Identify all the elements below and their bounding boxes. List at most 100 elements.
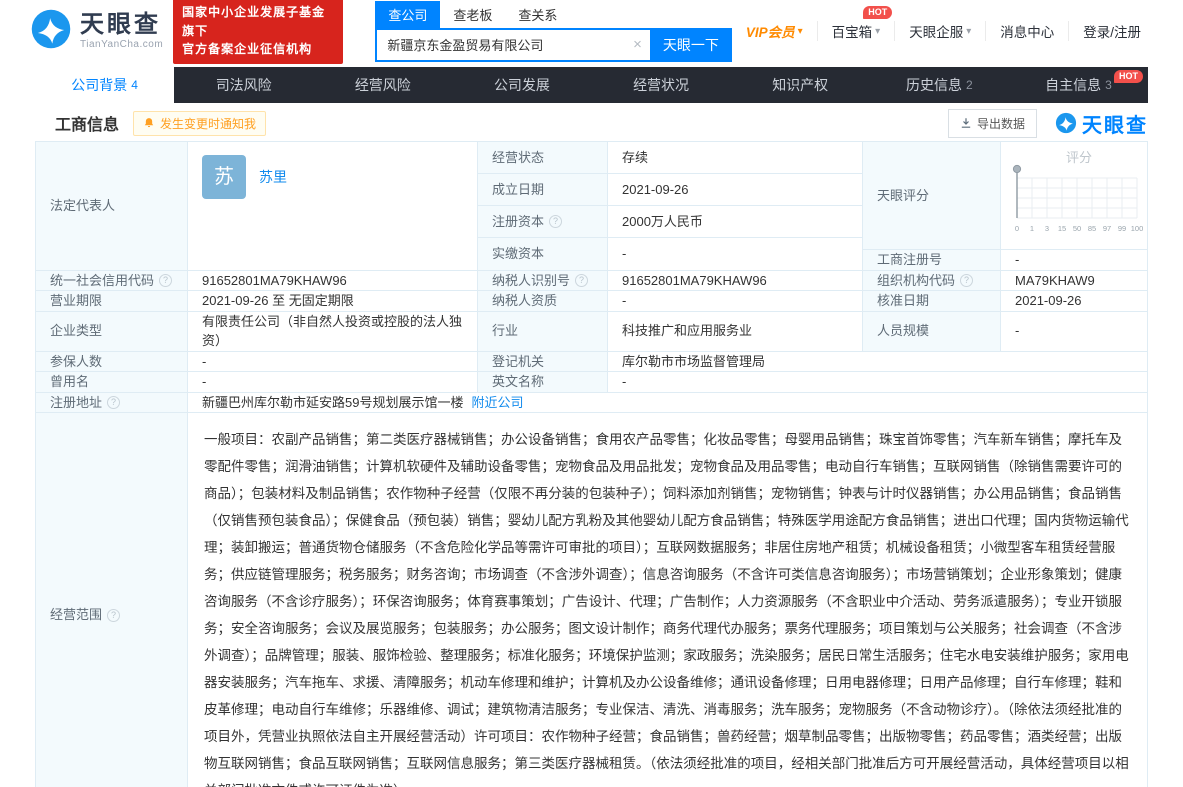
help-icon[interactable]: ?: [960, 274, 973, 287]
nav-login-register[interactable]: 登录/注册: [1068, 21, 1155, 41]
field-label-english-name: 英文名称: [478, 372, 608, 392]
field-value-authority: 库尔勒市市场监督管理局: [608, 352, 1147, 372]
nav-message-center[interactable]: 消息中心: [985, 21, 1068, 41]
help-icon[interactable]: ?: [575, 274, 588, 287]
chevron-down-icon: ▾: [966, 26, 971, 37]
field-value-company-type: 有限责任公司（非自然人投资或控股的法人独资）: [188, 312, 478, 351]
tab-intellectual-property[interactable]: 知识产权: [731, 67, 870, 103]
field-value-reg-capital: 2000万人民币: [608, 206, 863, 237]
hot-badge: HOT: [863, 6, 892, 19]
field-value-org-code: MA79KHAW9: [1001, 271, 1147, 291]
help-icon[interactable]: ?: [549, 215, 562, 228]
field-label-taxpayer-quality: 纳税人资质: [478, 291, 608, 311]
nearby-companies-link[interactable]: 附近公司: [471, 393, 523, 413]
row-former-name: 曾用名 - 英文名称 -: [36, 372, 1147, 393]
field-label-reg-status: 经营状态: [478, 142, 608, 173]
search-area: 查公司 查老板 查关系 × 天眼一下: [375, 1, 732, 62]
field-value-credit-code: 91652801MA79KHAW96: [188, 271, 478, 291]
field-value-industry: 科技推广和应用服务业: [608, 312, 863, 351]
brand-domain: TianYanCha.com: [80, 39, 163, 50]
tianyancha-logo[interactable]: 天眼查 TianYanCha.com: [30, 8, 163, 55]
field-label-taxpayer-id: 纳税人识别号?: [478, 271, 608, 291]
nav-enterprise-service[interactable]: 天眼企服▾: [894, 21, 985, 41]
row-credit-code: 统一社会信用代码? 91652801MA79KHAW96 纳税人识别号? 916…: [36, 271, 1147, 292]
hot-badge: HOT: [1114, 70, 1143, 83]
header-nav: VIP会员▾ HOT 百宝箱▾ 天眼企服▾ 消息中心 登录/注册: [732, 21, 1155, 41]
chevron-down-icon: ▾: [875, 26, 880, 37]
svg-text:0: 0: [1015, 224, 1019, 233]
nav-vip[interactable]: VIP会员▾: [732, 21, 817, 41]
help-icon[interactable]: ?: [107, 609, 120, 622]
field-value-taxpayer-id: 91652801MA79KHAW96: [608, 271, 863, 291]
row-company-type: 企业类型 有限责任公司（非自然人投资或控股的法人独资） 行业 科技推广和应用服务…: [36, 312, 1147, 352]
field-value-former-name: -: [188, 372, 478, 392]
brand-name: 天眼查: [80, 13, 163, 37]
nav-toolbox[interactable]: HOT 百宝箱▾: [817, 21, 895, 41]
field-label-scope: 经营范围?: [36, 413, 188, 787]
field-value-est-date: 2021-09-26: [608, 174, 863, 205]
field-label-authority: 登记机关: [478, 352, 608, 372]
certification-badge: 国家中小企业发展子基金旗下 官方备案企业征信机构: [173, 0, 343, 64]
tianyancha-logo-icon: [30, 8, 72, 55]
tianyancha-logo-icon: [1055, 112, 1077, 134]
avatar[interactable]: 苏: [202, 155, 246, 199]
search-tabs: 查公司 查老板 查关系: [375, 1, 732, 28]
field-label-reg-no: 工商注册号: [863, 250, 1001, 270]
search-button[interactable]: 天眼一下: [650, 28, 732, 62]
row-insured: 参保人数 - 登记机关 库尔勒市市场监督管理局: [36, 352, 1147, 373]
field-label-staff-size: 人员规模: [863, 312, 1001, 351]
field-value-paid-capital: -: [608, 238, 863, 269]
svg-text:1: 1: [1030, 224, 1034, 233]
field-label-insured: 参保人数: [36, 352, 188, 372]
field-label-credit-code: 统一社会信用代码?: [36, 271, 188, 291]
tab-judicial-risk[interactable]: 司法风险: [174, 67, 313, 103]
section-title: 工商信息: [55, 111, 119, 135]
svg-text:99: 99: [1118, 224, 1126, 233]
search-tab-relation[interactable]: 查关系: [505, 1, 570, 28]
field-label-company-type: 企业类型: [36, 312, 188, 351]
field-label-former-name: 曾用名: [36, 372, 188, 392]
score-chart: 评分: [1001, 142, 1147, 249]
legal-rep-link[interactable]: 苏里: [259, 167, 287, 188]
field-value-english-name: -: [608, 372, 1147, 392]
field-value-term: 2021-09-26 至 无固定期限: [188, 291, 478, 311]
tab-operation-risk[interactable]: 经营风险: [313, 67, 452, 103]
field-label-term: 营业期限: [36, 291, 188, 311]
tab-self-info[interactable]: HOT 自主信息3: [1009, 67, 1148, 103]
field-label-org-code: 组织机构代码?: [863, 271, 1001, 291]
field-value-insured: -: [188, 352, 478, 372]
row-address: 注册地址? 新疆巴州库尔勒市延安路59号规划展示馆一楼 附近公司: [36, 393, 1147, 414]
field-value-taxpayer-quality: -: [608, 291, 863, 311]
search-tab-boss[interactable]: 查老板: [440, 1, 505, 28]
field-label-legal-rep: 法定代表人: [36, 142, 188, 270]
field-value-address: 新疆巴州库尔勒市延安路59号规划展示馆一楼 附近公司: [188, 393, 1147, 413]
download-icon: [960, 117, 972, 129]
field-value-legal-rep: 苏 苏里: [188, 142, 478, 270]
help-icon[interactable]: ?: [159, 274, 172, 287]
export-data-button[interactable]: 导出数据: [948, 109, 1037, 138]
tab-company-development[interactable]: 公司发展: [452, 67, 591, 103]
search-tab-company[interactable]: 查公司: [375, 1, 440, 28]
field-label-reg-capital: 注册资本?: [478, 206, 608, 237]
svg-text:50: 50: [1073, 224, 1081, 233]
top-header: 天眼查 TianYanCha.com 国家中小企业发展子基金旗下 官方备案企业征…: [0, 0, 1183, 62]
field-label-est-date: 成立日期: [478, 174, 608, 205]
business-info-table: 法定代表人 苏 苏里 经营状态 存续 成立日期 2021-09-26 注册资本?: [35, 141, 1148, 787]
svg-text:97: 97: [1103, 224, 1111, 233]
field-label-industry: 行业: [478, 312, 608, 351]
field-label-address: 注册地址?: [36, 393, 188, 413]
svg-text:3: 3: [1045, 224, 1049, 233]
search-input[interactable]: [377, 30, 650, 60]
change-notify-button[interactable]: 发生变更时通知我: [133, 111, 266, 136]
tab-company-background[interactable]: 公司背景4: [35, 67, 174, 103]
field-label-approve-date: 核准日期: [863, 291, 1001, 311]
field-value-scope: 一般项目：农副产品销售；第二类医疗器械销售；办公设备销售；食用农产品零售；化妆品…: [188, 413, 1147, 787]
field-value-reg-status: 存续: [608, 142, 863, 173]
chevron-down-icon: ▾: [798, 26, 803, 37]
clear-icon[interactable]: ×: [633, 36, 642, 53]
field-label-paid-capital: 实缴资本: [478, 238, 608, 269]
company-section-tabs: 公司背景4 司法风险 经营风险 公司发展 经营状况 知识产权 历史信息2 HOT…: [35, 67, 1148, 103]
tab-history-info[interactable]: 历史信息2: [870, 67, 1009, 103]
tab-operation-status[interactable]: 经营状况: [592, 67, 731, 103]
help-icon[interactable]: ?: [107, 396, 120, 409]
